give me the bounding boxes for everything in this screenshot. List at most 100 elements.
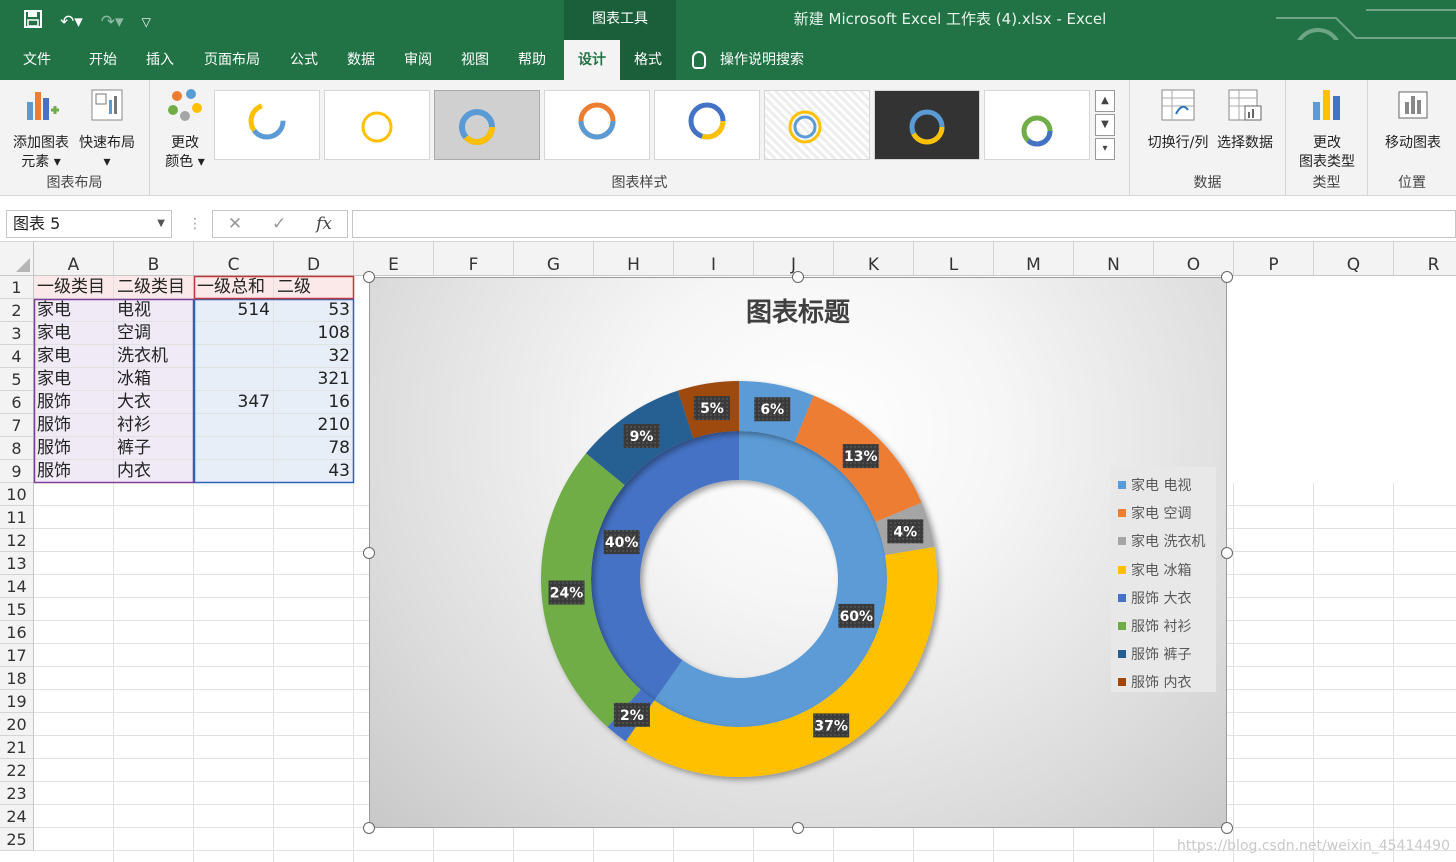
row-header-23[interactable]: 23 [0,782,34,805]
resize-handle-se[interactable] [1221,822,1233,834]
column-header-d[interactable]: D [274,242,354,276]
row-header-5[interactable]: 5 [0,368,34,391]
chart-legend[interactable]: 家电 电视 家电 空调 家电 洗衣机 家电 冰箱 服饰 大衣 服饰 衬衫 服饰 裤子 服饰 内… [1111,467,1216,692]
column-header-i[interactable]: I [674,242,754,276]
resize-handle-w[interactable] [363,547,375,559]
outer-data-label[interactable]: 6% [760,402,784,418]
tab-review[interactable]: 审阅 [394,40,442,80]
data-cell[interactable]: 服饰 [34,391,114,414]
tab-data[interactable]: 数据 [336,40,386,80]
resize-handle-e[interactable] [1221,547,1233,559]
column-header-g[interactable]: G [514,242,594,276]
insert-function-icon[interactable]: fx [316,214,332,234]
inner-ring[interactable] [591,431,887,727]
cancel-icon[interactable]: ✕ [228,214,242,234]
column-header-f[interactable]: F [434,242,514,276]
data-cell[interactable]: 大衣 [114,391,194,414]
data-cell[interactable]: 内衣 [114,460,194,483]
select-data-button[interactable]: 选择数据 [1212,88,1278,153]
data-cell[interactable] [194,460,274,483]
header-cell[interactable]: 二级类目 [114,276,194,299]
row-header-15[interactable]: 15 [0,598,34,621]
tab-home[interactable]: 开始 [78,40,128,80]
outer-data-label[interactable]: 9% [630,429,654,445]
data-cell[interactable]: 514 [194,299,274,322]
column-header-k[interactable]: K [834,242,914,276]
formula-input[interactable] [352,210,1456,238]
row-header-9[interactable]: 9 [0,460,34,483]
column-header-o[interactable]: O [1154,242,1234,276]
row-header-25[interactable]: 25 [0,828,34,851]
data-cell[interactable]: 服饰 [34,460,114,483]
data-cell[interactable]: 裤子 [114,437,194,460]
data-cell[interactable] [194,322,274,345]
data-cell[interactable]: 家电 [34,322,114,345]
tab-insert[interactable]: 插入 [136,40,184,80]
row-header-14[interactable]: 14 [0,575,34,598]
quick-layout-button[interactable]: 快速布局 ▾ [76,88,138,172]
chart-style-7[interactable] [874,90,980,160]
row-header-6[interactable]: 6 [0,391,34,414]
data-cell[interactable]: 43 [274,460,354,483]
data-cell[interactable]: 78 [274,437,354,460]
outer-data-label[interactable]: 5% [700,401,724,417]
change-chart-type-button[interactable]: 更改 图表类型 [1294,88,1360,172]
resize-handle-nw[interactable] [363,271,375,283]
formula-bar-grip-icon[interactable]: ⋮ [188,216,202,232]
row-header-21[interactable]: 21 [0,736,34,759]
customize-qat-icon[interactable]: ▽ [142,12,151,32]
row-header-10[interactable]: 10 [0,483,34,506]
data-cell[interactable]: 空调 [114,322,194,345]
column-header-m[interactable]: M [994,242,1074,276]
row-header-19[interactable]: 19 [0,690,34,713]
undo-icon[interactable]: ↶▾ [60,12,83,32]
row-header-11[interactable]: 11 [0,506,34,529]
data-cell[interactable]: 家电 [34,368,114,391]
row-header-20[interactable]: 20 [0,713,34,736]
outer-data-label[interactable]: 13% [844,449,878,465]
legend-entry[interactable]: 服饰 大衣 [1111,584,1216,612]
tab-file[interactable]: 文件 [14,40,60,80]
gallery-up-icon[interactable]: ▲ [1095,90,1115,112]
chart-style-1[interactable] [214,90,320,160]
tab-view[interactable]: 视图 [450,40,500,80]
row-header-17[interactable]: 17 [0,644,34,667]
header-cell[interactable]: 二级 [274,276,354,299]
data-cell[interactable]: 32 [274,345,354,368]
legend-entry[interactable]: 家电 电视 [1111,471,1216,499]
move-chart-button[interactable]: 移动图表 [1378,88,1448,153]
legend-entry[interactable]: 家电 洗衣机 [1111,527,1216,555]
name-box[interactable]: 图表 5 ▼ [6,210,172,238]
data-cell[interactable]: 冰箱 [114,368,194,391]
data-cell[interactable]: 洗衣机 [114,345,194,368]
outer-data-label[interactable]: 4% [893,524,917,540]
outer-data-label[interactable]: 24% [550,586,584,602]
row-header-13[interactable]: 13 [0,552,34,575]
data-cell[interactable]: 321 [274,368,354,391]
column-header-b[interactable]: B [114,242,194,276]
data-cell[interactable]: 108 [274,322,354,345]
row-header-18[interactable]: 18 [0,667,34,690]
save-icon[interactable] [24,10,42,33]
legend-entry[interactable]: 家电 空调 [1111,499,1216,527]
chart-style-2[interactable] [324,90,430,160]
row-header-22[interactable]: 22 [0,759,34,782]
enter-icon[interactable]: ✓ [272,214,286,234]
data-cell[interactable]: 服饰 [34,414,114,437]
resize-handle-sw[interactable] [363,822,375,834]
legend-entry[interactable]: 服饰 内衣 [1111,668,1216,696]
column-header-q[interactable]: Q [1314,242,1394,276]
data-cell[interactable] [194,368,274,391]
column-header-r[interactable]: R [1394,242,1456,276]
switch-row-column-button[interactable]: 切换行/列 [1140,88,1216,153]
row-header-4[interactable]: 4 [0,345,34,368]
chart-style-6[interactable] [764,90,870,160]
change-colors-button[interactable]: 更改 颜色 ▾ [162,88,208,172]
column-header-p[interactable]: P [1234,242,1314,276]
column-header-h[interactable]: H [594,242,674,276]
add-chart-element-button[interactable]: 添加图表 元素 ▾ [8,88,74,172]
select-all-corner[interactable] [0,242,34,276]
header-cell[interactable]: 一级类目 [34,276,114,299]
tab-format[interactable]: 格式 [620,40,676,80]
tab-formulas[interactable]: 公式 [280,40,328,80]
